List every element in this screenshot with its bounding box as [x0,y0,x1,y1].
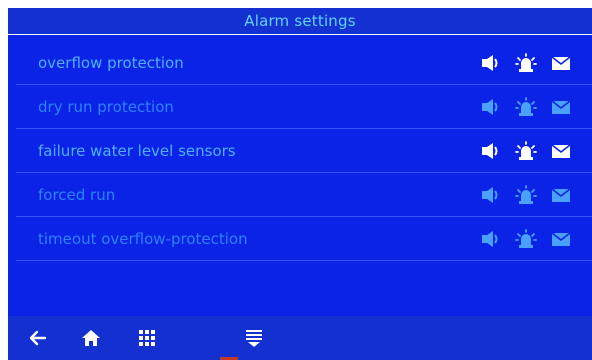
bottom-nav-bar [8,316,592,360]
alarm-row[interactable]: dry run protection [16,85,592,129]
alarm-settings-screen: Alarm settings overflow protection dry ru… [0,0,592,360]
alarm-row[interactable]: timeout overflow-protection [16,217,592,261]
horn-icon[interactable] [480,185,502,205]
alarm-row[interactable]: forced run [16,173,592,217]
title-bar: Alarm settings [8,8,592,34]
alarm-label: forced run [38,186,116,204]
horn-icon[interactable] [480,53,502,73]
alarm-row[interactable]: failure water level sensors [16,129,592,173]
alarm-list: overflow protection dry run protection fai… [16,41,592,261]
siren-icon[interactable] [515,229,537,249]
horn-icon[interactable] [480,97,502,117]
mail-icon[interactable] [550,229,572,249]
page-title: Alarm settings [244,12,356,30]
mail-icon[interactable] [550,97,572,117]
alarm-actions [472,217,592,261]
alarm-actions [472,85,592,129]
siren-icon[interactable] [515,53,537,73]
alarm-label: timeout overflow-protection [38,230,248,248]
siren-icon[interactable] [515,141,537,161]
siren-icon[interactable] [515,97,537,117]
alarm-actions [472,173,592,217]
top-strip [0,0,592,8]
alarm-list-panel: overflow protection dry run protection fai… [8,35,592,316]
alarm-row[interactable]: overflow protection [16,41,592,85]
grid-menu-icon[interactable] [136,327,158,349]
horn-icon[interactable] [480,141,502,161]
alarm-label: failure water level sensors [38,142,236,160]
horn-icon[interactable] [480,229,502,249]
mail-icon[interactable] [550,185,572,205]
home-icon[interactable] [80,327,102,349]
alarm-actions [472,41,592,85]
list-menu-icon[interactable] [243,327,265,349]
mail-icon[interactable] [550,141,572,161]
alarm-actions [472,129,592,173]
back-arrow-icon[interactable] [27,327,49,349]
mail-icon[interactable] [550,53,572,73]
siren-icon[interactable] [515,185,537,205]
alarm-label: dry run protection [38,98,174,116]
alarm-label: overflow protection [38,54,184,72]
